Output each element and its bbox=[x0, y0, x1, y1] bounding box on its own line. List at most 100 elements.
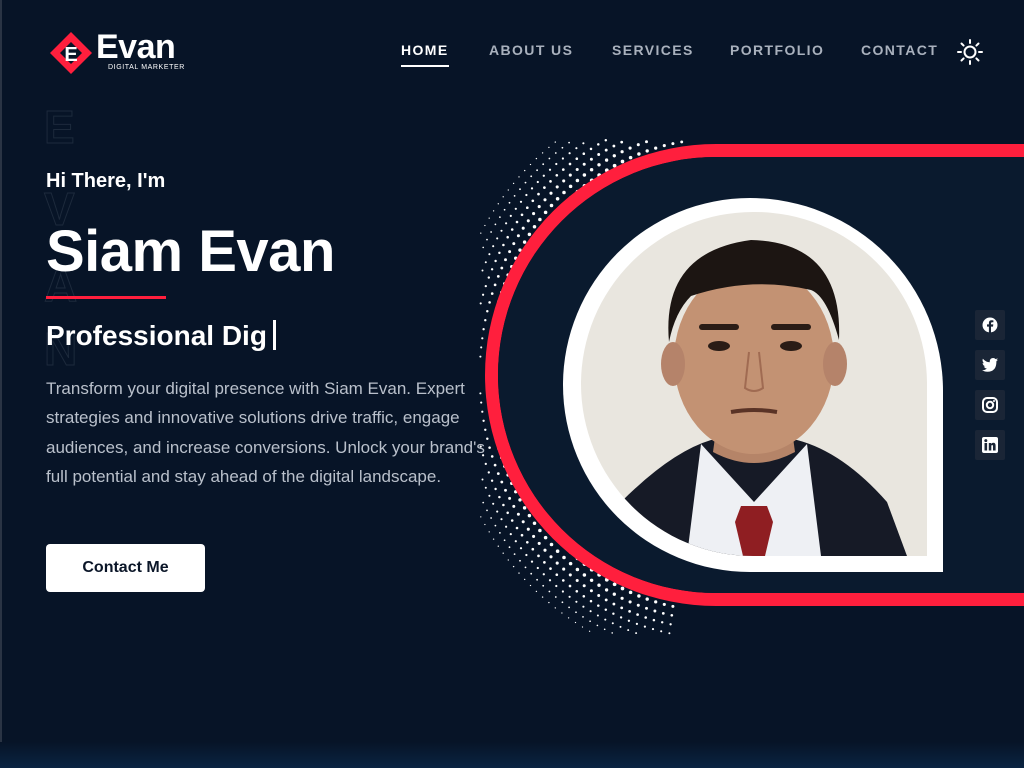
halftone-dot bbox=[588, 630, 591, 632]
halftone-dot bbox=[484, 462, 487, 466]
halftone-dot bbox=[662, 602, 666, 606]
nav-contact[interactable]: CONTACT bbox=[861, 42, 938, 58]
halftone-dot bbox=[568, 152, 571, 155]
halftone-dot bbox=[482, 419, 485, 422]
halftone-dot bbox=[604, 618, 607, 621]
halftone-dot bbox=[506, 235, 509, 239]
halftone-dot bbox=[486, 238, 488, 241]
halftone-dot bbox=[484, 523, 486, 526]
nav-portfolio[interactable]: PORTFOLIO bbox=[730, 42, 824, 58]
halftone-dot bbox=[651, 628, 655, 631]
halftone-dot bbox=[479, 445, 482, 448]
halftone-dot bbox=[568, 595, 571, 598]
halftone-dot bbox=[492, 502, 495, 505]
halftone-dot bbox=[480, 516, 482, 518]
halftone-dot bbox=[562, 190, 566, 195]
halftone-dot bbox=[620, 596, 624, 600]
halftone-dot bbox=[484, 428, 487, 431]
svg-text:E: E bbox=[64, 44, 77, 66]
halftone-dot bbox=[502, 552, 504, 554]
halftone-dot bbox=[582, 616, 584, 618]
halftone-dot bbox=[515, 220, 519, 224]
halftone-dot bbox=[508, 546, 511, 549]
sun-icon[interactable] bbox=[956, 38, 984, 66]
halftone-dot bbox=[532, 521, 537, 525]
halftone-dot bbox=[644, 616, 647, 619]
halftone-dot bbox=[506, 511, 509, 515]
halftone-dot bbox=[490, 455, 494, 458]
halftone-dot bbox=[527, 513, 532, 518]
halftone-dot bbox=[510, 519, 514, 522]
halftone-dot bbox=[603, 628, 606, 631]
halftone-dot bbox=[484, 224, 486, 227]
halftone-dot bbox=[488, 494, 491, 497]
twitter-link[interactable] bbox=[975, 350, 1005, 380]
halftone-dot bbox=[482, 328, 485, 331]
halftone-dot bbox=[575, 578, 579, 583]
instagram-link[interactable] bbox=[975, 390, 1005, 420]
halftone-dot bbox=[498, 251, 501, 255]
halftone-dot bbox=[500, 480, 504, 484]
halftone-dot bbox=[536, 169, 538, 172]
linkedin-link[interactable] bbox=[975, 430, 1005, 460]
halftone-dot bbox=[512, 242, 516, 246]
halftone-dot bbox=[486, 437, 489, 441]
halftone-dot bbox=[568, 606, 570, 609]
halftone-dot bbox=[536, 566, 539, 570]
halftone-dot bbox=[548, 590, 551, 593]
halftone-dot bbox=[513, 195, 516, 197]
halftone-dot bbox=[494, 223, 497, 226]
halftone-dot bbox=[497, 545, 499, 547]
facebook-link[interactable] bbox=[975, 310, 1005, 340]
halftone-dot bbox=[628, 610, 631, 613]
halftone-dot bbox=[548, 157, 551, 160]
halftone-dot bbox=[512, 182, 515, 185]
halftone-dot bbox=[486, 509, 488, 512]
nav-home[interactable]: HOME bbox=[401, 42, 449, 67]
halftone-dot bbox=[555, 197, 560, 201]
halftone-dot bbox=[669, 623, 672, 626]
halftone-dot bbox=[568, 173, 572, 177]
halftone-dot bbox=[589, 157, 593, 161]
halftone-dot bbox=[524, 566, 527, 569]
halftone-dot bbox=[660, 621, 664, 624]
halftone-dot bbox=[604, 608, 608, 612]
nav-about[interactable]: ABOUT US bbox=[489, 42, 573, 58]
halftone-dot bbox=[518, 176, 520, 178]
halftone-dot bbox=[482, 501, 485, 504]
watermark-letter: E bbox=[44, 101, 76, 154]
halftone-dot bbox=[543, 186, 546, 189]
halftone-dot bbox=[575, 167, 579, 172]
halftone-dot bbox=[516, 512, 520, 516]
halftone-dot bbox=[604, 588, 609, 592]
halftone-dot bbox=[597, 143, 600, 146]
halftone-dot bbox=[516, 234, 520, 238]
halftone-dot bbox=[582, 584, 586, 588]
halftone-dot bbox=[568, 162, 572, 166]
halftone-dot bbox=[484, 486, 487, 489]
halftone-dot bbox=[561, 157, 564, 160]
halftone-dot bbox=[538, 217, 542, 222]
halftone-dot bbox=[513, 553, 516, 555]
linkedin-icon bbox=[982, 437, 998, 453]
halftone-dot bbox=[496, 275, 500, 278]
facebook-icon bbox=[982, 317, 998, 333]
halftone-dot bbox=[529, 163, 532, 166]
halftone-dot bbox=[508, 201, 511, 204]
nav-services[interactable]: SERVICES bbox=[612, 42, 694, 58]
halftone-dot bbox=[505, 525, 508, 528]
halftone-dot bbox=[620, 586, 625, 591]
halftone-dot bbox=[525, 193, 528, 197]
halftone-dot bbox=[555, 185, 559, 189]
brand-logo[interactable]: E Evan DIGITAL MARKETER bbox=[48, 28, 208, 76]
halftone-dot bbox=[500, 266, 504, 270]
halftone-dot bbox=[535, 590, 538, 593]
halftone-dot bbox=[536, 578, 538, 581]
halftone-dot bbox=[530, 175, 533, 178]
halftone-dot bbox=[512, 504, 516, 508]
halftone-dot bbox=[645, 140, 648, 144]
halftone-dot bbox=[503, 208, 506, 211]
halftone-dot bbox=[612, 602, 616, 606]
halftone-dot bbox=[636, 613, 639, 616]
contact-me-button[interactable]: Contact Me bbox=[46, 544, 205, 592]
